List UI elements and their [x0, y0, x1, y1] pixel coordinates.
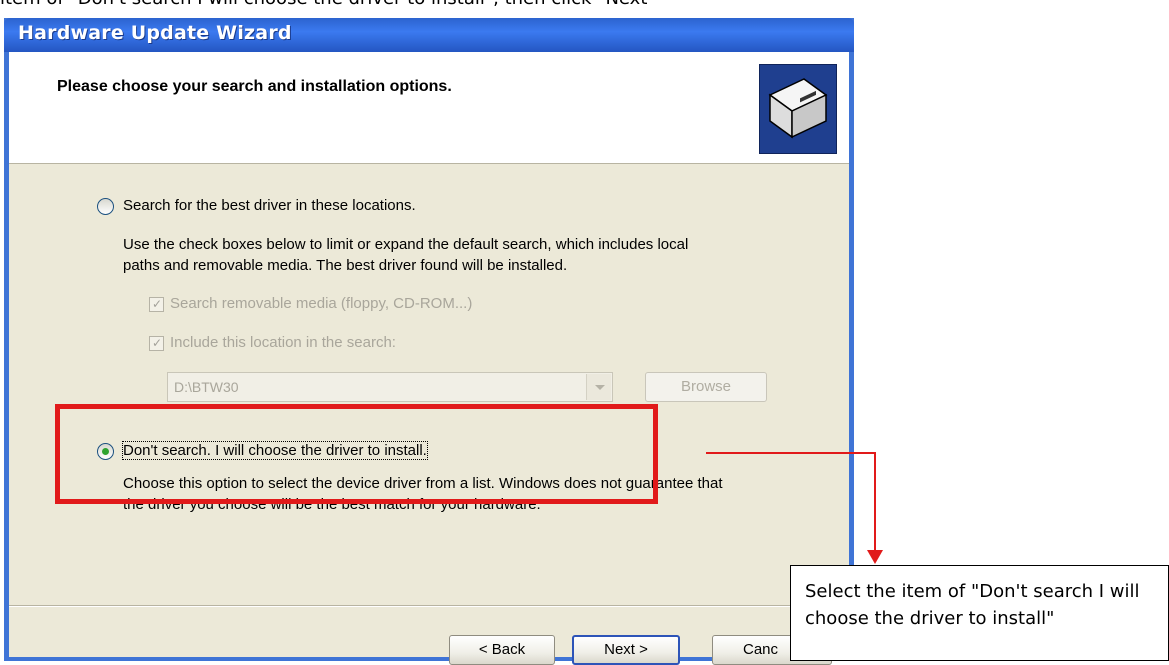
checkmark-icon: ✓ [152, 297, 163, 311]
include-location-checkbox[interactable]: ✓ [149, 336, 164, 351]
search-locations-radio[interactable] [97, 198, 114, 215]
search-locations-label[interactable]: Search for the best driver in these loca… [123, 197, 416, 214]
hardware-wizard-icon [759, 64, 837, 154]
checkmark-icon: ✓ [152, 336, 163, 350]
search-removable-media-label: Search removable media (floppy, CD-ROM..… [170, 295, 473, 312]
highlight-box [55, 404, 658, 504]
search-description-line1: Use the check boxes below to limit or ex… [123, 236, 689, 253]
arrow-down-icon [867, 550, 883, 564]
wizard-body: Please choose your search and installati… [9, 52, 849, 665]
button-separator [9, 605, 849, 607]
location-value: D:\BTW30 [174, 379, 239, 395]
chevron-down-icon[interactable] [586, 374, 611, 400]
wizard-window: Hardware Update Wizard Please choose you… [4, 18, 854, 665]
callout-line [706, 452, 876, 454]
callout-line [874, 452, 876, 552]
include-location-label: Include this location in the search: [170, 334, 396, 351]
title-bar: Hardware Update Wizard [4, 18, 854, 52]
annotation-note: Select the item of "Don't search I will … [790, 565, 1169, 661]
browse-button[interactable]: Browse [645, 372, 767, 402]
page-heading: Please choose your search and installati… [57, 78, 452, 95]
search-description-line2: paths and removable media. The best driv… [123, 257, 568, 274]
location-combobox[interactable]: D:\BTW30 [167, 372, 613, 402]
search-removable-media-checkbox[interactable]: ✓ [149, 297, 164, 312]
wizard-header: Please choose your search and installati… [9, 52, 849, 164]
instruction-caption: item of "Don't search I will choose the … [0, 0, 1169, 18]
window-title: Hardware Update Wizard [18, 22, 292, 44]
